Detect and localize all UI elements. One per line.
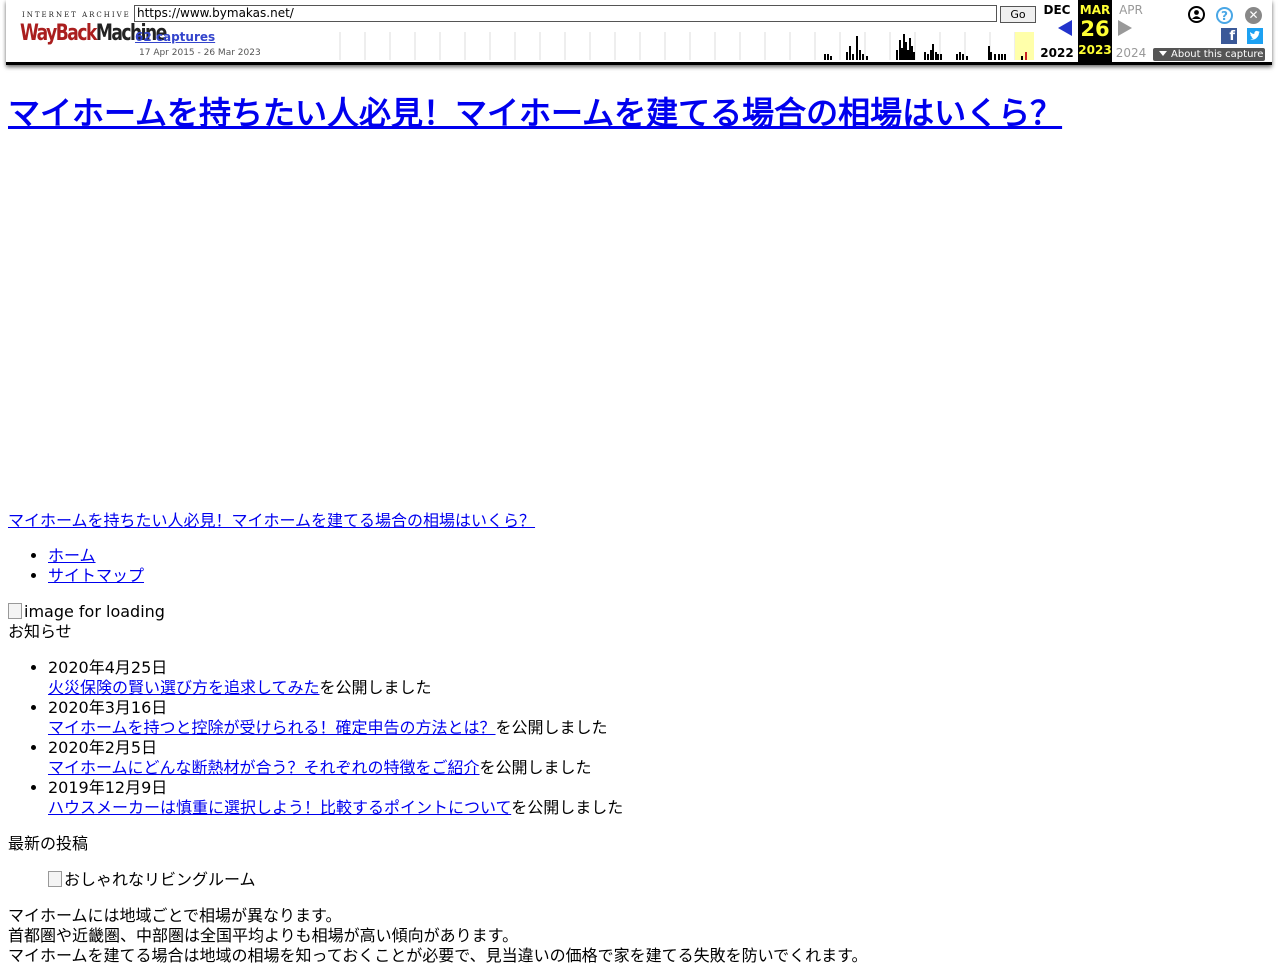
- next-month-label: APR: [1119, 3, 1143, 17]
- post-excerpt: マイホームには地域ごとで相場が異なります。 首都圏や近畿圏、中部圏は全国平均より…: [8, 906, 868, 966]
- sparkline-capture-bar[interactable]: [924, 52, 926, 60]
- url-input[interactable]: [134, 5, 997, 22]
- wayback-logo[interactable]: INTERNET ARCHIVE WayBackMachine: [18, 6, 167, 54]
- sparkline-capture-bar[interactable]: [966, 56, 968, 60]
- site-title-link[interactable]: マイホームを持ちたい人必見！マイホームを建てる場合の相場はいくら？: [8, 94, 1062, 132]
- notice-list: 2020年4月25日 火災保険の賢い選び方を追求してみたを公開しました 2020…: [0, 658, 623, 818]
- caret-down-icon: [1159, 51, 1167, 56]
- sparkline-capture-bar[interactable]: [1004, 54, 1006, 60]
- next-capture-arrow-icon: [1118, 20, 1132, 36]
- nav-link-home[interactable]: ホーム: [48, 546, 96, 565]
- sparkline-capture-bar[interactable]: [927, 54, 929, 60]
- post-line: マイホームには地域ごとで相場が異なります。: [8, 906, 342, 925]
- prev-month-label: DEC: [1043, 3, 1071, 17]
- facebook-share-icon[interactable]: f: [1221, 28, 1237, 44]
- notice-date: 2020年3月16日: [48, 698, 168, 717]
- sparkline-capture-bar[interactable]: [903, 34, 905, 60]
- notice-item: 2019年12月9日 ハウスメーカーは慎重に選択しよう！比較するポイントについて…: [48, 778, 623, 818]
- notice-link[interactable]: マイホームを持つと控除が受けられる！確定申告の方法とは？: [48, 718, 496, 737]
- sparkline-capture-bar[interactable]: [998, 54, 1000, 60]
- notice-date: 2019年12月9日: [48, 778, 168, 797]
- sparkline-capture-bar[interactable]: [937, 54, 939, 60]
- sparkline-capture-bar[interactable]: [935, 52, 937, 60]
- sparkline-capture-bar[interactable]: [866, 56, 868, 60]
- sparkline-capture-bar[interactable]: [909, 38, 911, 60]
- sparkline-current-year: [1015, 32, 1034, 60]
- loading-image: image for loading: [8, 602, 165, 622]
- capture-sparkline[interactable]: [334, 32, 1034, 60]
- sparkline-capture-bar[interactable]: [849, 46, 851, 60]
- sparkline-capture-bar[interactable]: [911, 46, 913, 60]
- sparkline-capture-bar[interactable]: [824, 54, 826, 60]
- post-line: 首都圏や近畿圏、中部圏は全国平均よりも相場が高い傾向があります。: [8, 926, 519, 945]
- sparkline-capture-bar[interactable]: [859, 50, 861, 60]
- sparkline-capture-bar[interactable]: [901, 48, 903, 60]
- notice-item: 2020年3月16日 マイホームを持つと控除が受けられる！確定申告の方法とは？を…: [48, 698, 623, 738]
- notice-suffix: を公開しました: [511, 798, 624, 817]
- latest-posts-heading: 最新の投稿: [8, 834, 89, 853]
- notice-date: 2020年4月25日: [48, 658, 168, 677]
- capture-date-range: 17 Apr 2015 - 26 Mar 2023: [139, 48, 261, 58]
- sparkline-capture-bar[interactable]: [907, 50, 909, 60]
- sparkline-capture-bar[interactable]: [1001, 54, 1003, 60]
- about-capture-button[interactable]: About this capture: [1153, 48, 1265, 61]
- nav-item-sitemap: サイトマップ: [48, 566, 144, 586]
- sparkline-capture-bar[interactable]: [830, 56, 832, 60]
- sparkline-capture-bar[interactable]: [962, 54, 964, 60]
- sparkline-capture-bar[interactable]: [1025, 52, 1027, 60]
- user-account-icon[interactable]: [1188, 6, 1205, 23]
- sparkline-capture-bar[interactable]: [827, 54, 829, 60]
- broken-image-icon: [48, 871, 62, 887]
- notice-heading: お知らせ: [8, 622, 72, 641]
- notice-link[interactable]: マイホームにどんな断熱材が合う？それぞれの特徴をご紹介: [48, 758, 480, 777]
- current-year-label: 2023: [1078, 43, 1112, 57]
- notice-link[interactable]: 火災保険の賢い選び方を追求してみた: [48, 678, 320, 697]
- notice-date: 2020年2月5日: [48, 738, 158, 757]
- sparkline-capture-bar[interactable]: [994, 54, 996, 60]
- broken-image-icon: [8, 603, 22, 619]
- sparkline-capture-bar[interactable]: [862, 54, 864, 60]
- site-title: マイホームを持ちたい人必見！マイホームを建てる場合の相場はいくら？: [8, 90, 1062, 136]
- notice-item: 2020年2月5日 マイホームにどんな断熱材が合う？それぞれの特徴をご紹介を公開…: [48, 738, 623, 778]
- sparkline-capture-bar[interactable]: [913, 52, 915, 60]
- close-icon[interactable]: ✕: [1245, 7, 1262, 24]
- notice-suffix: を公開しました: [479, 758, 592, 777]
- notice-link[interactable]: ハウスメーカーは慎重に選択しよう！比較するポイントについて: [48, 798, 511, 817]
- help-icon[interactable]: ?: [1216, 7, 1233, 24]
- sparkline-capture-bar[interactable]: [959, 52, 961, 60]
- nav-link-sitemap[interactable]: サイトマップ: [48, 566, 144, 585]
- post-line: マイホームを建てる場合は地域の相場を知っておくことが必要で、見当違いの価格で家を…: [8, 946, 868, 965]
- header-home-link[interactable]: マイホームを持ちたい人必見！マイホームを建てる場合の相場はいくら？: [8, 510, 535, 532]
- current-day-label: 26: [1080, 17, 1110, 41]
- prev-year-label[interactable]: 2022: [1040, 46, 1074, 60]
- notice-item: 2020年4月25日 火災保険の賢い選び方を追求してみたを公開しました: [48, 658, 623, 698]
- captures-link[interactable]: 62 captures: [135, 30, 215, 44]
- sparkline-capture-bar[interactable]: [988, 46, 990, 60]
- current-month-label: MAR: [1079, 3, 1111, 17]
- post-image: おしゃれなリビングルーム: [48, 870, 256, 890]
- sparkline-capture-bar[interactable]: [990, 52, 992, 60]
- go-button[interactable]: Go: [1000, 6, 1036, 23]
- next-year-label: 2024: [1115, 46, 1147, 60]
- sparkline-capture-bar[interactable]: [905, 42, 907, 60]
- sparkline-capture-bar[interactable]: [940, 54, 942, 60]
- twitter-share-icon[interactable]: [1247, 28, 1263, 44]
- sparkline-capture-bar[interactable]: [956, 54, 958, 60]
- sparkline-capture-bar[interactable]: [899, 40, 901, 60]
- nav-item-home: ホーム: [48, 546, 144, 566]
- sparkline-capture-bar[interactable]: [932, 44, 934, 60]
- global-nav: ホーム サイトマップ: [0, 546, 144, 586]
- sparkline-capture-bar[interactable]: [1021, 56, 1023, 60]
- sparkline-capture-bar[interactable]: [856, 36, 858, 60]
- logo-internet-archive-text: INTERNET ARCHIVE: [22, 11, 131, 19]
- notice-suffix: を公開しました: [319, 678, 432, 697]
- sparkline-capture-bar[interactable]: [852, 54, 854, 60]
- sparkline-capture-bar[interactable]: [930, 50, 932, 60]
- prev-capture-arrow-icon[interactable]: [1058, 20, 1072, 36]
- current-capture-date: MAR 26 2023: [1078, 0, 1112, 62]
- sparkline-capture-bar[interactable]: [846, 52, 848, 60]
- wayback-toolbar: INTERNET ARCHIVE WayBackMachine Go 62 ca…: [6, 0, 1272, 65]
- sparkline-capture-bar[interactable]: [896, 50, 898, 60]
- notice-suffix: を公開しました: [495, 718, 608, 737]
